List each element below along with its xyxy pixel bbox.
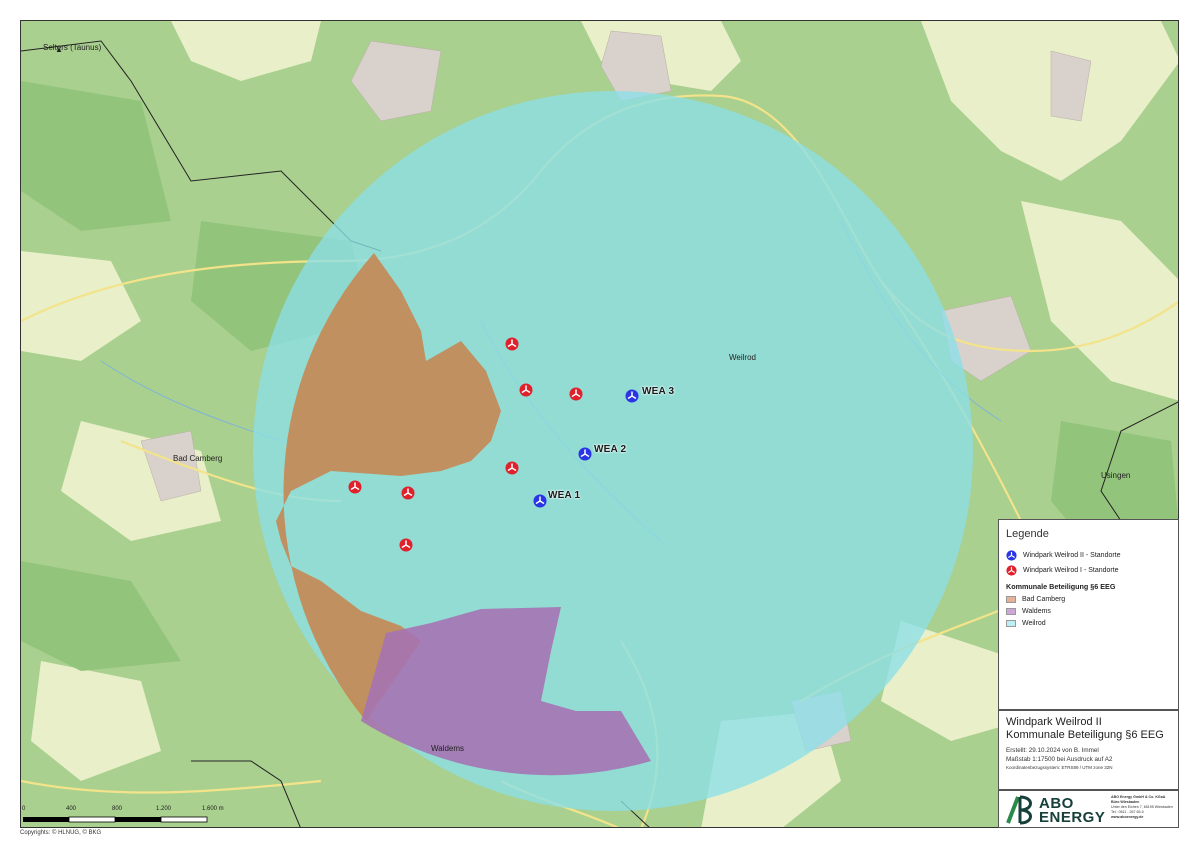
legend-label-weilrod: Weilrod bbox=[1022, 619, 1046, 627]
turbine-existing-marker[interactable] bbox=[348, 480, 362, 494]
scale-bar: 0 400 800 1.200 1.600 m bbox=[22, 806, 232, 826]
place-weilrod: Weilrod bbox=[729, 353, 756, 362]
waldems-swatch bbox=[1006, 607, 1016, 615]
abo-energy-logo-icon bbox=[1006, 795, 1032, 825]
place-bad-camberg: Bad Camberg bbox=[173, 454, 223, 463]
scale-tick-label: 0 bbox=[22, 806, 26, 812]
turbine-existing-marker[interactable] bbox=[399, 538, 413, 552]
legend-item-bad-camberg: Bad Camberg bbox=[1006, 593, 1171, 605]
turbine-red-icon bbox=[1006, 565, 1017, 576]
legend-label-existing-sites: Windpark Weilrod I - Standorte bbox=[1023, 567, 1119, 574]
scale-tick-label: 1.600 m bbox=[202, 806, 224, 812]
scale-tick-label: 400 bbox=[66, 806, 77, 812]
legend-item-weilrod: Weilrod bbox=[1006, 617, 1171, 629]
legend-label-waldems: Waldems bbox=[1022, 607, 1051, 615]
created-info: Erstellt: 29.10.2024 von B. Immel bbox=[1006, 747, 1099, 754]
turbine-new-marker[interactable] bbox=[625, 389, 639, 403]
weilrod-swatch bbox=[1006, 619, 1016, 627]
bad-camberg-swatch bbox=[1006, 595, 1016, 603]
turbine-existing-marker[interactable] bbox=[519, 383, 533, 397]
crs-info: Koordinatenbezugssystem: ETRS89 / UTM zo… bbox=[1006, 765, 1113, 770]
legend-title: Legende bbox=[1006, 528, 1049, 540]
brand-line-2: ENERGY bbox=[1039, 809, 1106, 826]
turbine-blue-icon bbox=[1006, 550, 1017, 561]
legend-item-new-sites: Windpark Weilrod II - Standorte bbox=[1006, 548, 1171, 563]
map-subtitle: Kommunale Beteiligung §6 EEG bbox=[1006, 729, 1164, 741]
legend-label-new-sites: Windpark Weilrod II - Standorte bbox=[1023, 552, 1121, 559]
legend-panel: Legende Windpark Weilrod II - Standorte … bbox=[998, 519, 1179, 710]
place-usingen: Usingen bbox=[1101, 471, 1131, 480]
logo-block: ABO ENERGY ABO Energy GmbH & Co. KGaA Bü… bbox=[998, 790, 1179, 828]
scale-info: Maßstab 1:17500 bei Ausdruck auf A2 bbox=[1006, 756, 1113, 763]
turbine-new-marker[interactable] bbox=[578, 447, 592, 461]
legend-label-bad-camberg: Bad Camberg bbox=[1022, 595, 1066, 603]
wea-3-label: WEA 3 bbox=[642, 386, 675, 397]
legend-section-title: Kommunale Beteiligung §6 EEG bbox=[1006, 582, 1116, 591]
legend-item-existing-sites: Windpark Weilrod I - Standorte bbox=[1006, 563, 1171, 578]
copyright-text: Copyrights: © HLNUG, © BKG bbox=[20, 830, 102, 836]
company-address: ABO Energy GmbH & Co. KGaA Büro Wiesbade… bbox=[1111, 795, 1177, 820]
turbine-existing-marker[interactable] bbox=[569, 387, 583, 401]
company-web: www.aboenergy.de bbox=[1111, 815, 1144, 819]
place-waldems: Waldems bbox=[431, 744, 465, 753]
wea-2-label: WEA 2 bbox=[594, 444, 627, 455]
turbine-existing-marker[interactable] bbox=[505, 337, 519, 351]
scale-tick-label: 1.200 bbox=[156, 806, 172, 812]
turbine-existing-marker[interactable] bbox=[401, 486, 415, 500]
scale-bar-graphic bbox=[23, 816, 208, 823]
map-title: Windpark Weilrod II bbox=[1006, 716, 1102, 728]
legend-item-waldems: Waldems bbox=[1006, 605, 1171, 617]
turbine-existing-marker[interactable] bbox=[505, 461, 519, 475]
title-block: Windpark Weilrod II Kommunale Beteiligun… bbox=[998, 710, 1179, 790]
turbine-new-marker[interactable] bbox=[533, 494, 547, 508]
place-selters: Selters (Taunus) bbox=[43, 43, 102, 52]
wea-1-label: WEA 1 bbox=[548, 490, 581, 501]
scale-tick-label: 800 bbox=[112, 806, 123, 812]
